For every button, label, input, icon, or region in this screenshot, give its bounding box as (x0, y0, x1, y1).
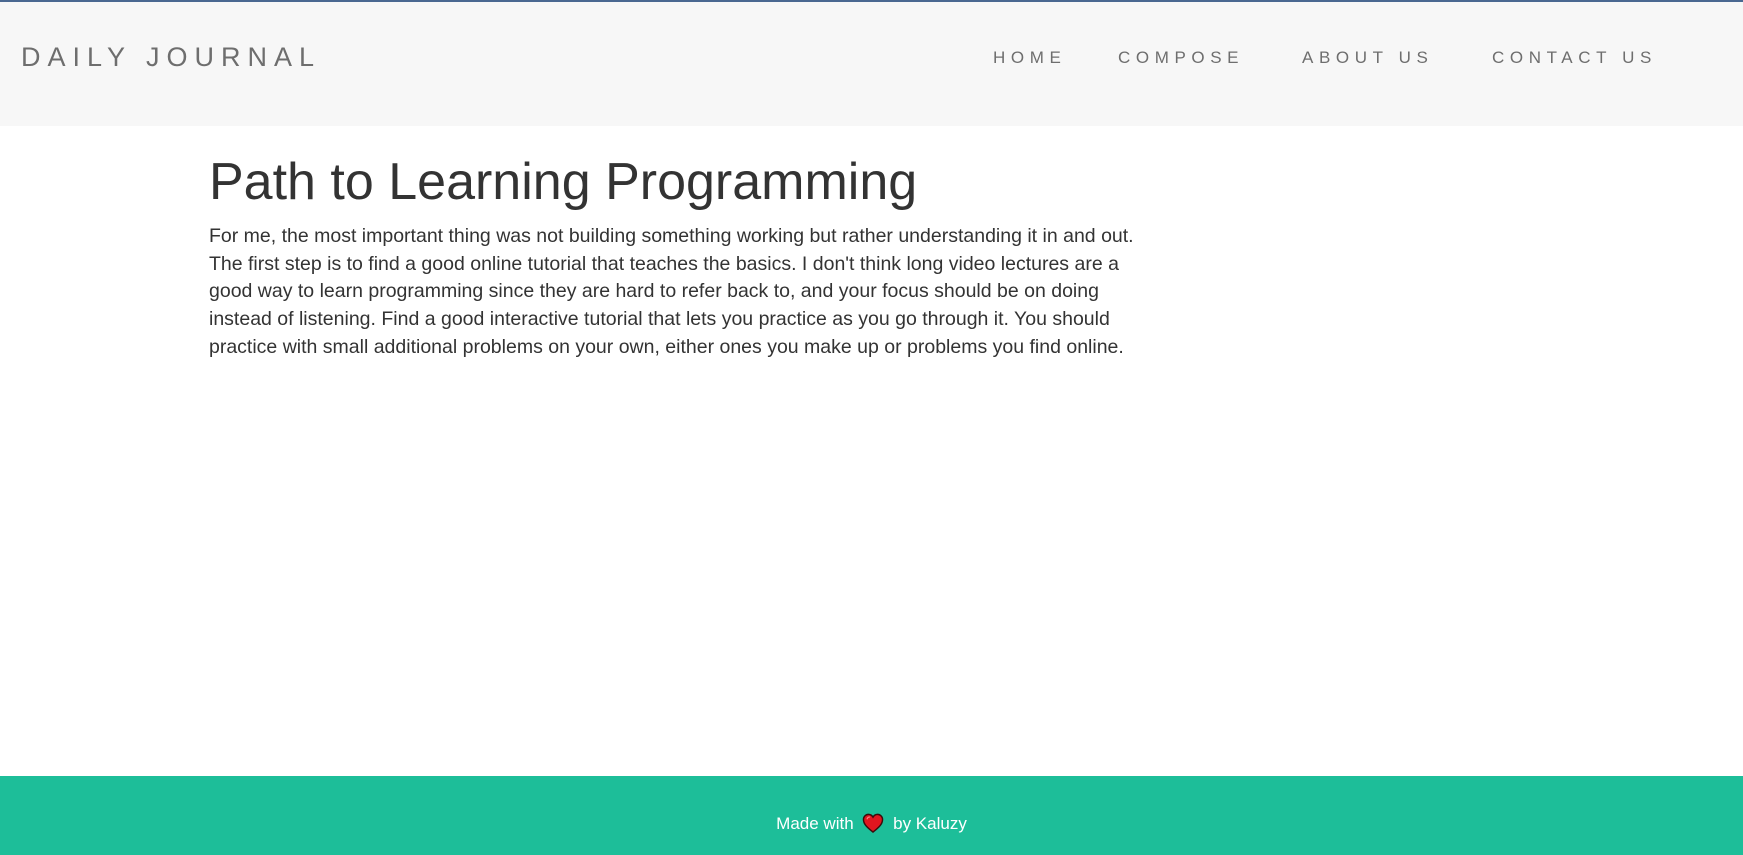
nav-home[interactable]: HOME (993, 48, 1066, 68)
navbar: DAILY JOURNAL HOME COMPOSE ABOUT US CONT… (0, 2, 1743, 126)
footer: Made with by Kaluzy (0, 776, 1743, 855)
nav-about-us[interactable]: ABOUT US (1302, 48, 1433, 68)
heart-icon (862, 813, 884, 834)
footer-credit: Made with by Kaluzy (0, 813, 1743, 834)
page: DAILY JOURNAL HOME COMPOSE ABOUT US CONT… (0, 0, 1743, 855)
footer-made-with: Made with (776, 814, 854, 833)
post-title: Path to Learning Programming (209, 153, 918, 211)
nav-contact-us[interactable]: CONTACT US (1492, 48, 1657, 68)
footer-author: by Kaluzy (893, 814, 967, 833)
brand-logo[interactable]: DAILY JOURNAL (21, 42, 321, 73)
post-content: Path to Learning Programming For me, the… (209, 150, 1154, 362)
post-body: For me, the most important thing was not… (209, 225, 1134, 358)
nav-compose[interactable]: COMPOSE (1118, 48, 1244, 68)
